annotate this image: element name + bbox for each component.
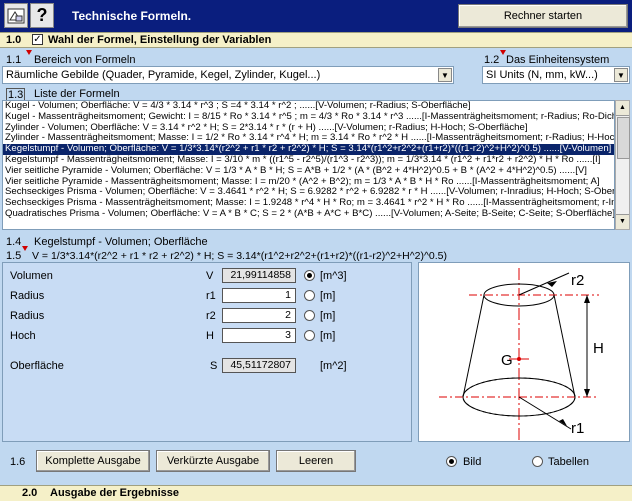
formula-list-item[interactable]: Quadratisches Prisma - Volumen; Oberfläc… <box>3 209 614 220</box>
section-1-label: Wahl der Formel, Einstellung der Variabl… <box>48 34 272 46</box>
section-2-label: Ausgabe der Ergebnisse <box>50 487 179 499</box>
s11-label: Bereich von Formeln <box>34 54 136 66</box>
variable-unit: [m] <box>320 330 336 342</box>
section-1-checkbox[interactable]: ✓ <box>32 34 43 45</box>
formula-list-item[interactable]: Zylinder - Massenträgheitsmoment; Masse:… <box>3 133 614 144</box>
app-logo-icon[interactable] <box>4 3 28 28</box>
chevron-down-icon[interactable]: ▼ <box>614 68 628 82</box>
variable-solve-radio[interactable] <box>304 310 315 321</box>
variable-value-input[interactable]: 3 <box>222 328 296 343</box>
g-label: G <box>501 352 513 369</box>
section-1-number: 1.0 <box>6 34 22 46</box>
section-2-number: 2.0 <box>22 487 38 499</box>
formula-list-item[interactable]: Zylinder - Volumen; Oberfläche: V = 3.14… <box>3 123 614 134</box>
variable-name: Radius <box>10 290 45 302</box>
variable-symbol: r1 <box>206 290 216 302</box>
formula-list-item[interactable]: Vier seitliche Pyramide - Volumen; Oberf… <box>3 166 614 177</box>
formula-list-scrollbar[interactable]: ▲ ▼ <box>615 100 630 230</box>
leeren-button[interactable]: Leeren <box>276 450 356 472</box>
frustum-diagram: r2 H G r1 <box>418 262 630 442</box>
formula-range-select[interactable]: Räumliche Gebilde (Quader, Pyramide, Keg… <box>2 66 454 84</box>
s12-number: 1.2 <box>484 54 500 66</box>
help-icon[interactable]: ? <box>30 3 54 28</box>
unit-system-select[interactable]: SI Units (N, mm, kW...) ▼ <box>482 66 630 84</box>
h-label: H <box>593 340 604 357</box>
variable-unit: [m] <box>320 310 336 322</box>
view-tabellen-radio[interactable] <box>532 456 543 467</box>
s13-label: Liste der Formeln <box>34 88 120 100</box>
formula-list-item[interactable]: Vier seitliche Pyramide - Massenträgheit… <box>3 177 614 188</box>
formula-list[interactable]: Kugel - Volumen; Oberfläche: V = 4/3 * 3… <box>2 100 615 230</box>
s15-number: 1.5 <box>6 250 22 262</box>
komplette-ausgabe-button[interactable]: Komplette Ausgabe <box>36 450 150 472</box>
variable-solve-radio[interactable] <box>304 270 315 281</box>
app-title: Technische Formeln. <box>72 9 192 23</box>
rechner-starten-button[interactable]: Rechner starten <box>458 4 628 28</box>
variable-solve-radio[interactable] <box>304 330 315 341</box>
r2-label: r2 <box>571 272 584 289</box>
variable-name: Hoch <box>10 330 36 342</box>
formula-list-item[interactable]: Kugel - Massenträgheitsmoment; Gewicht: … <box>3 112 614 123</box>
s12-label: Das Einheitensystem <box>506 54 610 66</box>
s11-number: 1.1 <box>6 54 22 66</box>
surface-label: Oberfläche <box>10 360 64 372</box>
variables-panel <box>2 262 412 442</box>
variable-symbol: V <box>206 270 214 282</box>
variable-unit: [m] <box>320 290 336 302</box>
variable-solve-radio[interactable] <box>304 290 315 301</box>
variable-value-input[interactable]: 1 <box>222 288 296 303</box>
formula-list-item[interactable]: Kegelstumpf - Massenträgheitsmoment; Mas… <box>3 155 614 166</box>
variable-value-input[interactable]: 21,99114858 <box>222 268 296 283</box>
s15-formula: V = 1/3*3.14*(r2^2 + r1 * r2 + r2^2) * H… <box>32 250 448 262</box>
variable-name: Radius <box>10 310 45 322</box>
variable-unit: [m^3] <box>320 270 347 282</box>
view-bild-label: Bild <box>463 456 482 468</box>
surface-unit: [m^2] <box>320 360 347 372</box>
formula-list-item[interactable]: Sechseckiges Prisma - Massenträgheitsmom… <box>3 198 614 209</box>
scroll-thumb[interactable] <box>617 117 630 159</box>
unit-system-value: SI Units (N, mm, kW...) <box>486 69 598 81</box>
verkuerzte-ausgabe-button[interactable]: Verkürzte Ausgabe <box>156 450 270 472</box>
variable-name: Volumen <box>10 270 53 282</box>
variable-symbol: r2 <box>206 310 216 322</box>
s14-label: Kegelstumpf - Volumen; Oberfläche <box>34 236 208 248</box>
surface-symbol: S <box>210 360 218 372</box>
surface-value: 45,51172807 <box>222 358 296 373</box>
chevron-down-icon[interactable]: ▼ <box>438 68 452 82</box>
formula-range-value: Räumliche Gebilde (Quader, Pyramide, Keg… <box>6 69 321 81</box>
view-bild-radio[interactable] <box>446 456 457 467</box>
s14-number: 1.4 <box>6 236 22 248</box>
r1-label: r1 <box>571 420 584 437</box>
formula-list-item[interactable]: Kugel - Volumen; Oberfläche: V = 4/3 * 3… <box>3 101 614 112</box>
comment-marker <box>26 50 32 55</box>
comment-marker <box>22 246 28 251</box>
scroll-down-icon[interactable]: ▼ <box>616 214 629 229</box>
formula-list-item[interactable]: Sechseckiges Prisma - Volumen; Oberfläch… <box>3 187 614 198</box>
s16-number: 1.6 <box>10 456 26 468</box>
scroll-up-icon[interactable]: ▲ <box>616 101 629 116</box>
formula-list-item[interactable]: Kegelstumpf - Volumen; Oberfläche: V = 1… <box>3 144 614 155</box>
variable-value-input[interactable]: 2 <box>222 308 296 323</box>
variable-symbol: H <box>206 330 214 342</box>
view-tabellen-label: Tabellen <box>548 456 589 468</box>
